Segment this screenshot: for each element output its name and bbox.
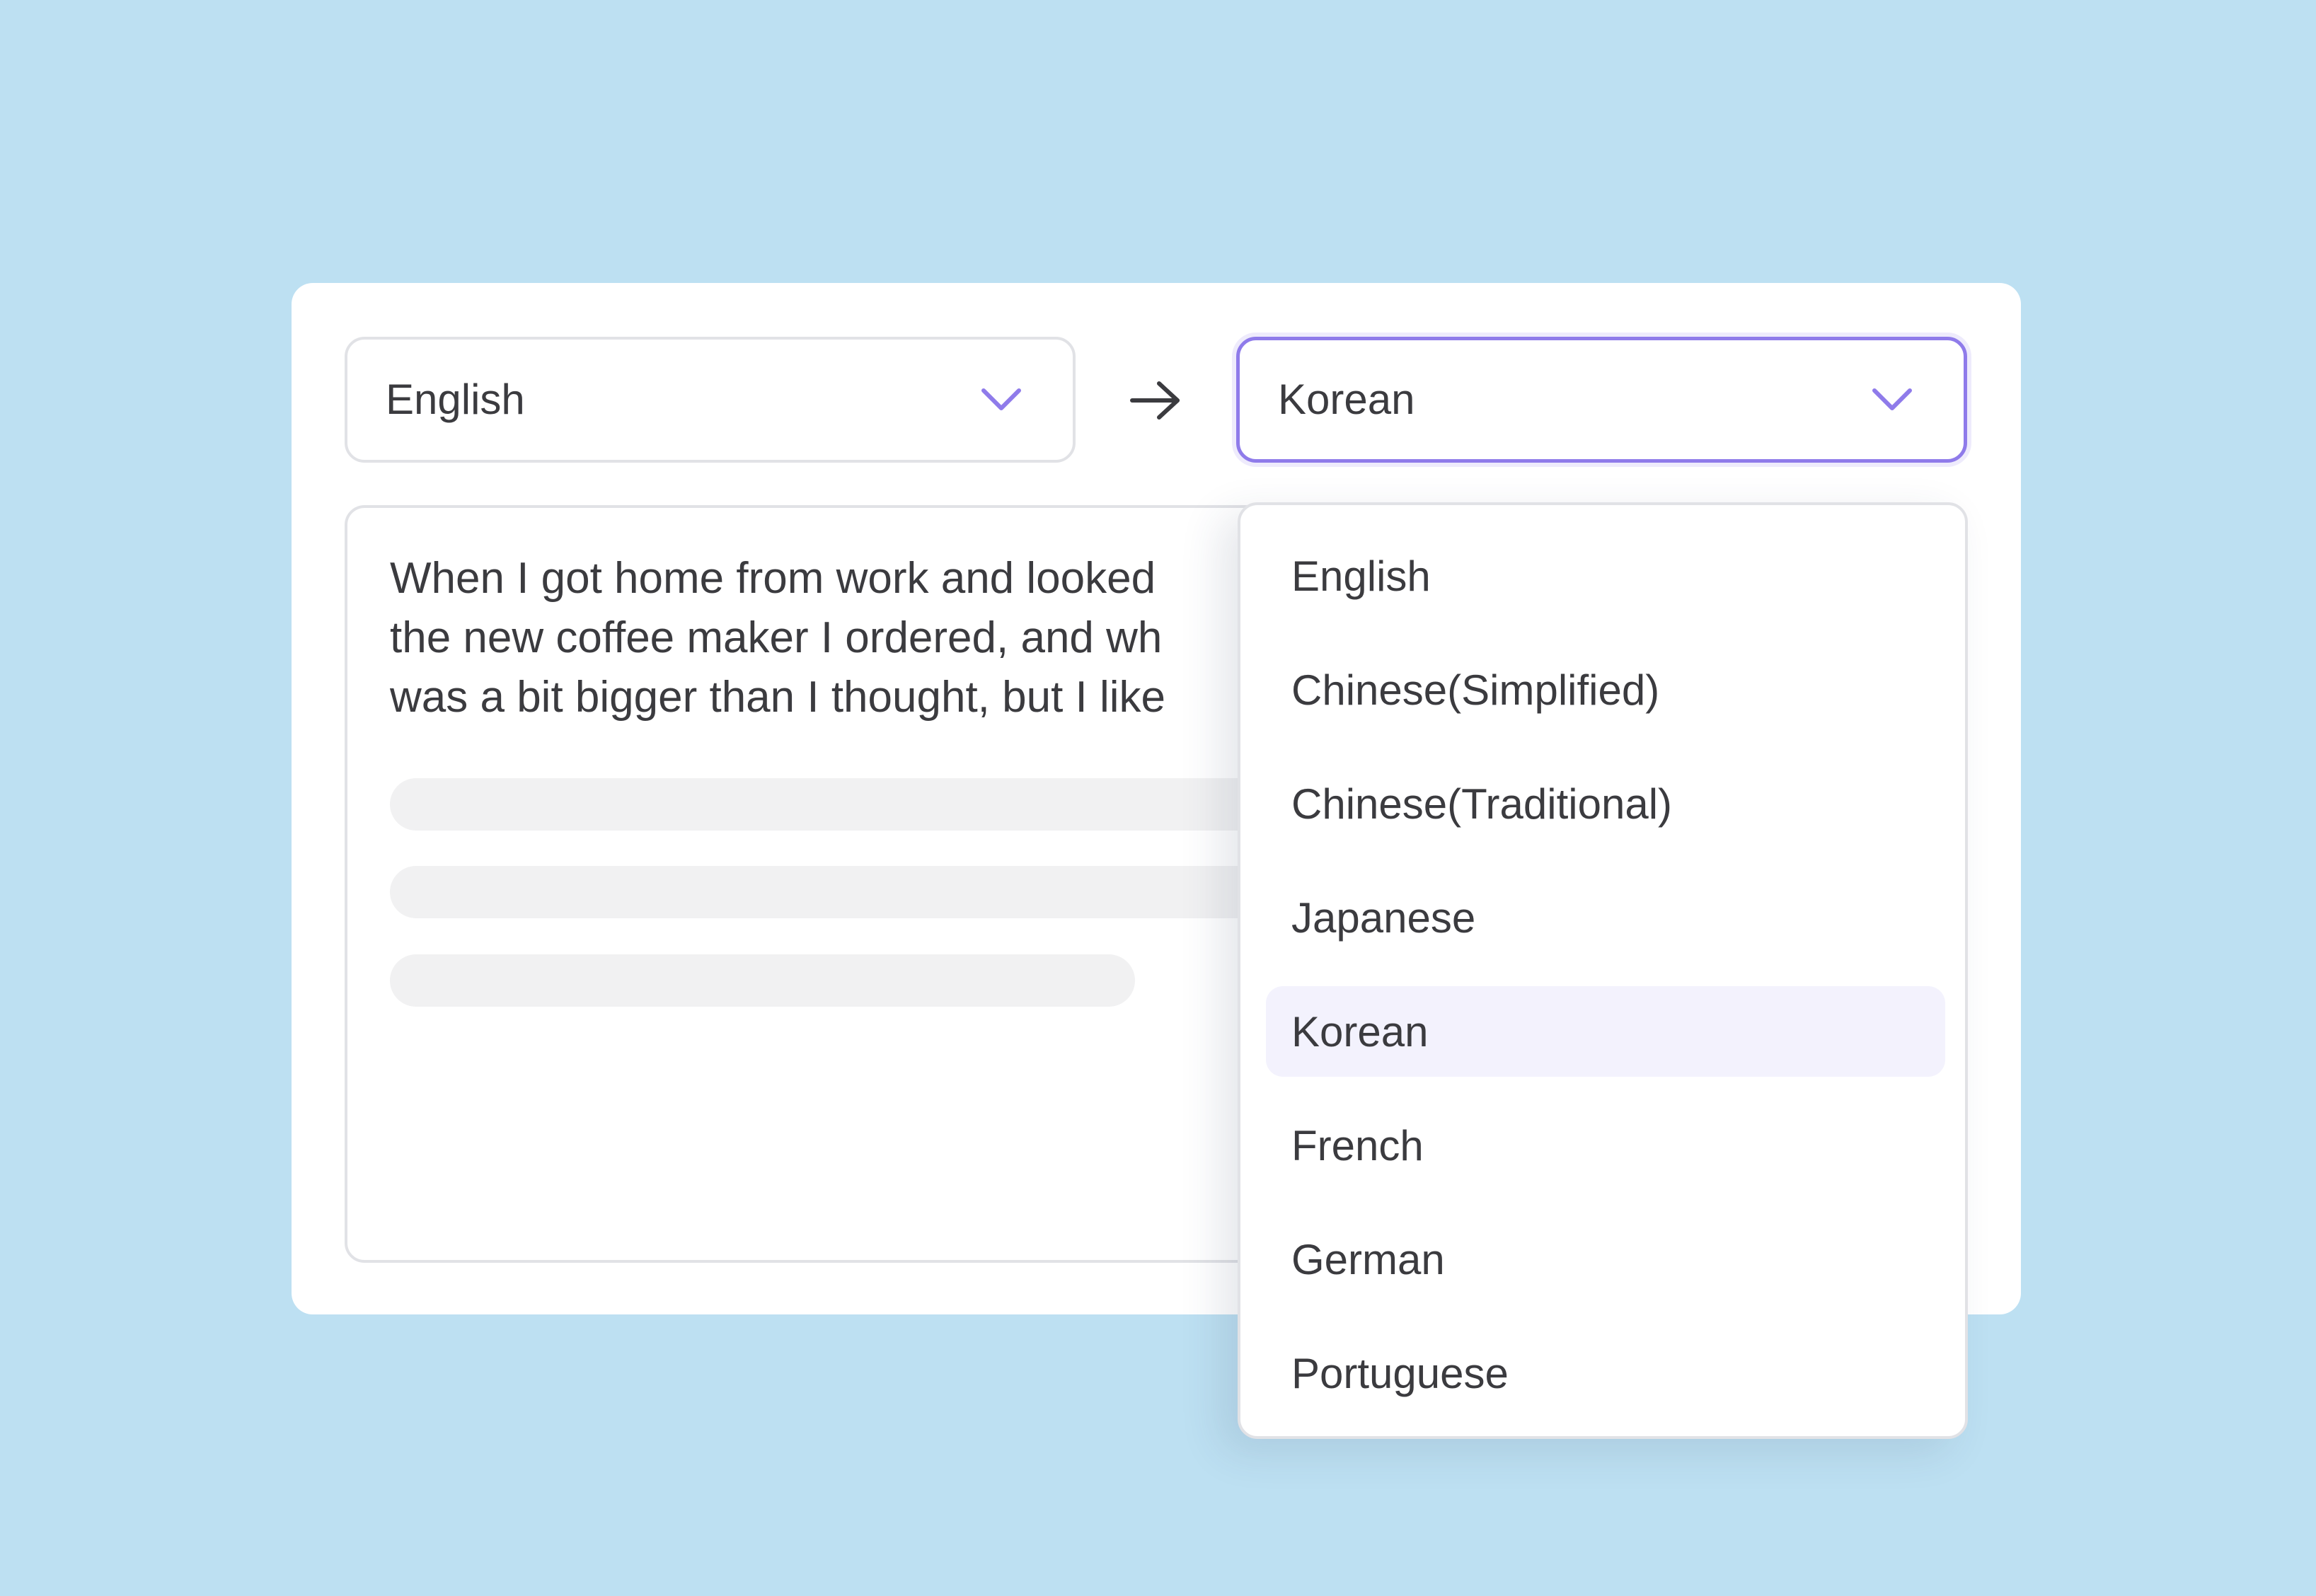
target-language-select[interactable]: Korean: [1236, 337, 1967, 463]
loading-placeholder-line: [390, 778, 1262, 831]
language-option-english[interactable]: English: [1266, 531, 1945, 621]
source-language-select[interactable]: English: [345, 337, 1076, 463]
source-text-line: When I got home from work and looked: [390, 554, 1156, 603]
language-option-korean[interactable]: Korean: [1266, 986, 1945, 1077]
language-option-french[interactable]: French: [1266, 1100, 1945, 1191]
source-text-line: was a bit bigger than I thought, but I l…: [390, 673, 1166, 722]
arrow-right-icon: [1130, 381, 1180, 420]
source-language-value: English: [386, 376, 525, 423]
chevron-down-icon: [981, 388, 1021, 410]
loading-placeholder-line: [390, 866, 1262, 918]
language-option-portuguese[interactable]: Portuguese: [1266, 1328, 1945, 1418]
language-option-chinese-traditional[interactable]: Chinese(Traditional): [1266, 758, 1945, 849]
language-option-chinese-simplified[interactable]: Chinese(Simplified): [1266, 644, 1945, 735]
target-language-dropdown: English Chinese(Simplified) Chinese(Trad…: [1238, 502, 1968, 1439]
chevron-down-icon: [1872, 388, 1912, 410]
target-language-value: Korean: [1278, 376, 1415, 423]
source-text: When I got home from work and looked the…: [390, 549, 1262, 727]
language-option-japanese[interactable]: Japanese: [1266, 872, 1945, 963]
language-option-german[interactable]: German: [1266, 1214, 1945, 1305]
source-text-area[interactable]: When I got home from work and looked the…: [345, 505, 1264, 1263]
loading-placeholder-line: [390, 954, 1135, 1007]
source-text-line: the new coffee maker I ordered, and wh: [390, 613, 1163, 662]
